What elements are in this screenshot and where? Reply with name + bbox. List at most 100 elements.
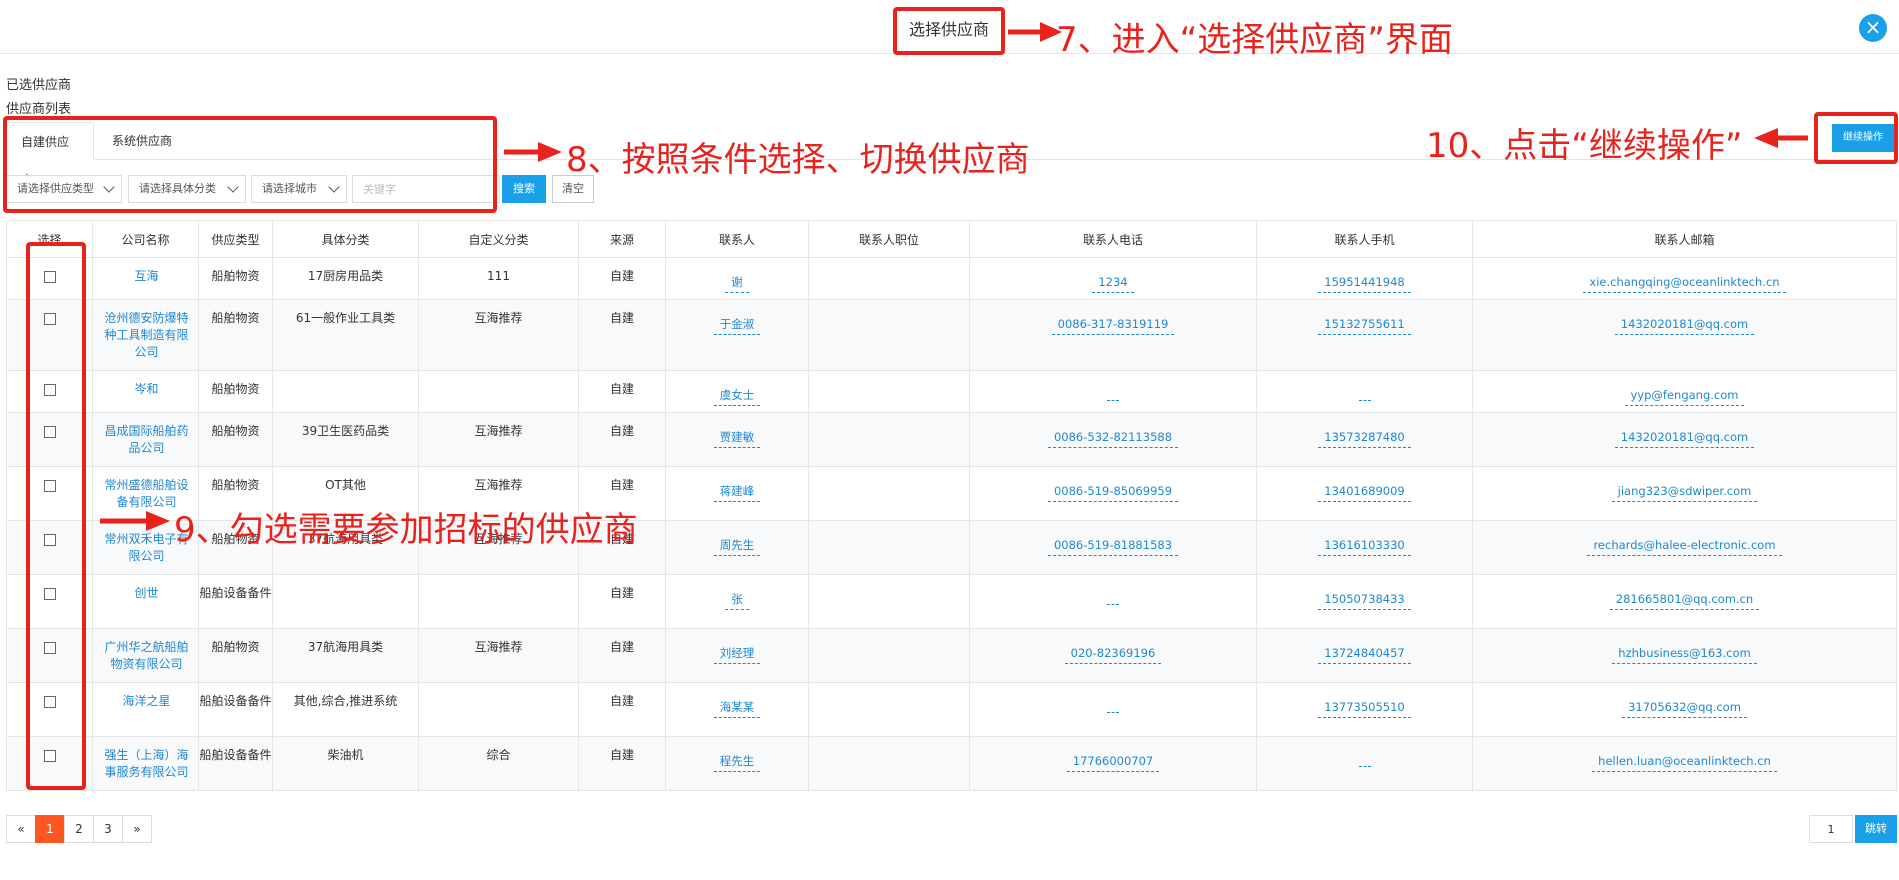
source-cell: 自建: [578, 736, 666, 791]
position-cell: [808, 257, 970, 300]
select-checkbox[interactable]: [43, 750, 56, 762]
phone-link[interactable]: 0086-532-82113588: [1047, 425, 1179, 448]
select-checkbox[interactable]: [43, 588, 56, 600]
company-name-link[interactable]: 互海: [134, 269, 158, 283]
custom-category-cell: [418, 370, 579, 413]
table-row: 岑和 船舶物资 自建 虞女士 yyp@fengang.com: [6, 370, 1897, 413]
mobile-link[interactable]: [1358, 383, 1371, 401]
continue-button[interactable]: 继续操作: [1832, 124, 1894, 152]
col-contact-phone: 联系人电话: [969, 220, 1257, 258]
keyword-input[interactable]: [352, 175, 500, 203]
close-button[interactable]: ×: [1859, 14, 1887, 42]
mobile-link[interactable]: 15050738433: [1318, 587, 1411, 610]
mobile-link[interactable]: 13773505510: [1318, 695, 1411, 718]
col-select: 选择: [6, 220, 93, 258]
table-row: 强生（上海）海事服务有限公司 船舶设备备件 柴油机 综合 自建 程先生 1776…: [6, 736, 1897, 791]
mobile-link[interactable]: 13401689009: [1318, 479, 1411, 502]
select-checkbox[interactable]: [43, 696, 56, 708]
company-name-link[interactable]: 海洋之星: [122, 694, 170, 708]
col-contact-email: 联系人邮箱: [1472, 220, 1897, 258]
pagination-next[interactable]: »: [122, 815, 152, 843]
tab-system-suppliers[interactable]: 系统供应商: [98, 122, 186, 160]
email-link[interactable]: 31705632@qq.com: [1622, 695, 1747, 718]
phone-link[interactable]: 1234: [1092, 270, 1134, 293]
pagination-page-2[interactable]: 2: [64, 815, 94, 843]
page-jump-button[interactable]: 跳转: [1855, 815, 1897, 843]
company-name-link[interactable]: 昌成国际船舶药品公司: [104, 424, 188, 455]
contact-link[interactable]: 周先生: [713, 533, 761, 556]
select-checkbox[interactable]: [43, 384, 56, 396]
position-cell: [808, 412, 970, 467]
phone-link[interactable]: [1107, 383, 1119, 401]
pagination-page-3[interactable]: 3: [93, 815, 123, 843]
phone-link[interactable]: 0086-317-8319119: [1051, 312, 1175, 335]
source-cell: 自建: [578, 574, 666, 629]
source-cell: 自建: [578, 628, 666, 683]
email-link[interactable]: 1432020181@qq.com: [1614, 312, 1755, 335]
col-company: 公司名称: [92, 220, 199, 258]
position-cell: [808, 628, 970, 683]
contact-link[interactable]: 刘经理: [713, 641, 761, 664]
category-select-label: 请选择具体分类: [139, 182, 216, 195]
company-name-link[interactable]: 强生（上海）海事服务有限公司: [104, 748, 188, 779]
mobile-link[interactable]: 13616103330: [1318, 533, 1411, 556]
col-source: 来源: [578, 220, 666, 258]
mobile-link[interactable]: [1358, 749, 1371, 767]
email-link[interactable]: xie.changqing@oceanlinktech.cn: [1583, 270, 1786, 293]
mobile-link[interactable]: 13724840457: [1318, 641, 1411, 664]
contact-link[interactable]: 蒋建峰: [713, 479, 761, 502]
email-link[interactable]: 1432020181@qq.com: [1614, 425, 1755, 448]
email-link[interactable]: hellen.luan@oceanlinktech.cn: [1592, 749, 1777, 772]
select-checkbox[interactable]: [43, 313, 56, 325]
tab-self-built-suppliers[interactable]: 自建供应商: [6, 122, 94, 187]
custom-category-cell: 互海推荐: [418, 299, 579, 371]
position-cell: [808, 299, 970, 371]
select-checkbox[interactable]: [43, 271, 56, 283]
email-link[interactable]: rechards@halee-electronic.com: [1587, 533, 1782, 556]
company-name-link[interactable]: 沧州德安防爆特种工具制造有限公司: [104, 311, 188, 359]
email-link[interactable]: yyp@fengang.com: [1624, 383, 1745, 406]
category-cell: 其他,综合,推进系统: [272, 682, 419, 737]
phone-link[interactable]: 0086-519-81881583: [1047, 533, 1179, 556]
company-name-link[interactable]: 广州华之航船舶物资有限公司: [104, 640, 188, 671]
pagination-prev[interactable]: «: [6, 815, 36, 843]
search-button[interactable]: 搜索: [502, 175, 546, 203]
category-select[interactable]: 请选择具体分类: [128, 175, 246, 203]
supply-type-select-label: 请选择供应类型: [17, 182, 94, 195]
mobile-link[interactable]: 13573287480: [1318, 425, 1411, 448]
email-link[interactable]: 281665801@qq.com.cn: [1609, 587, 1760, 610]
contact-link[interactable]: 海某某: [713, 695, 761, 718]
select-checkbox[interactable]: [43, 426, 56, 438]
select-checkbox[interactable]: [43, 642, 56, 654]
table-row: 互海 船舶物资 17厨房用品类 111 自建 谢 1234 1595144194…: [6, 257, 1897, 300]
supply-type-select[interactable]: 请选择供应类型: [6, 175, 122, 203]
source-cell: 自建: [578, 682, 666, 737]
select-checkbox[interactable]: [43, 480, 56, 492]
supply-type-cell: 船舶物资: [198, 257, 273, 300]
pagination-page-1[interactable]: 1: [35, 815, 65, 843]
contact-link[interactable]: 虞女士: [713, 383, 761, 406]
supply-type-cell: 船舶物资: [198, 412, 273, 467]
phone-link[interactable]: 020-82369196: [1064, 641, 1162, 664]
phone-link[interactable]: 17766000707: [1066, 749, 1160, 772]
mobile-link[interactable]: 15132755611: [1318, 312, 1411, 335]
contact-link[interactable]: 于金淑: [713, 312, 761, 335]
contact-link[interactable]: 张: [725, 587, 749, 610]
contact-link[interactable]: 贾建敏: [713, 425, 761, 448]
company-name-link[interactable]: 岑和: [134, 382, 158, 396]
table-row: 昌成国际船舶药品公司 船舶物资 39卫生医药品类 互海推荐 自建 贾建敏 008…: [6, 412, 1897, 467]
phone-link[interactable]: [1107, 587, 1119, 605]
contact-link[interactable]: 程先生: [713, 749, 761, 772]
select-checkbox[interactable]: [43, 534, 56, 546]
contact-link[interactable]: 谢: [725, 270, 749, 293]
page-jump-input[interactable]: [1809, 815, 1853, 843]
email-link[interactable]: hzhbusiness@163.com: [1612, 641, 1757, 664]
phone-link[interactable]: 0086-519-85069959: [1047, 479, 1179, 502]
position-cell: [808, 466, 970, 521]
company-name-link[interactable]: 创世: [134, 586, 158, 600]
city-select[interactable]: 请选择城市: [251, 175, 347, 203]
phone-link[interactable]: [1107, 695, 1119, 713]
source-cell: 自建: [578, 299, 666, 371]
mobile-link[interactable]: 15951441948: [1318, 270, 1411, 293]
email-link[interactable]: jiang323@sdwiper.com: [1611, 479, 1758, 502]
